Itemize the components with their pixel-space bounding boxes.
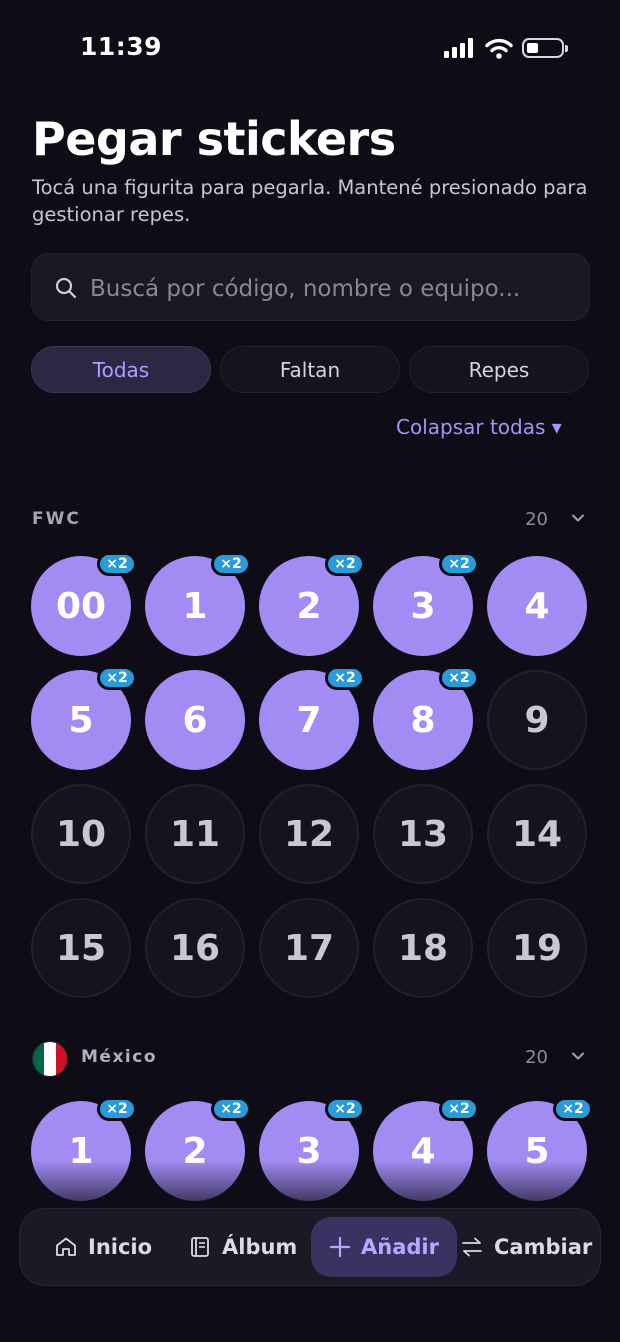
sticker-button[interactable]: 18 [373,898,473,998]
sticker-button[interactable]: 4 [487,556,587,656]
tab-label: Cambiar [494,1235,593,1259]
sticker-button[interactable]: 5 ×2 [31,666,137,770]
sticker-button[interactable]: 11 [145,784,245,884]
tab-label: Añadir [361,1235,439,1259]
section-count: 20 [525,509,548,530]
tab-label: Álbum [222,1235,298,1259]
filter-repes[interactable]: Repes [409,346,589,393]
sticker-button[interactable]: 2 ×2 [259,552,365,656]
duplicate-badge: ×2 [97,666,137,690]
duplicate-badge: ×2 [211,552,251,576]
duplicate-badge: ×2 [97,552,137,576]
page-title: Pegar stickers [32,112,396,166]
section-name: México [81,1047,157,1067]
duplicate-badge: ×2 [439,1097,479,1121]
sticker-number: 9 [524,699,550,741]
sticker-button[interactable]: 8 ×2 [373,666,479,770]
duplicate-badge: ×2 [553,1097,593,1121]
filter-todas[interactable]: Todas [31,346,211,393]
tab-anadir[interactable]: Añadir [311,1217,457,1277]
sticker-number: 6 [182,699,208,741]
tab-cambiar[interactable]: Cambiar [460,1217,592,1277]
cellular-signal-icon [444,38,473,58]
sticker-button[interactable]: 7 ×2 [259,666,365,770]
sticker-number: 00 [55,585,107,627]
duplicate-badge: ×2 [439,552,479,576]
sticker-number: 1 [182,585,208,627]
status-icons [444,36,568,60]
album-icon [191,1237,209,1257]
sticker-number: 19 [511,927,563,969]
wifi-icon [485,38,513,59]
tab-label: Inicio [88,1235,153,1259]
flag-stripe [33,1042,45,1076]
sticker-button[interactable]: 13 [373,784,473,884]
sticker-number: 16 [169,927,221,969]
status-bar: 11:39 [0,0,620,96]
swap-icon [462,1237,482,1257]
sticker-number: 5 [68,699,94,741]
battery-icon [522,38,568,58]
sticker-number: 18 [397,927,449,969]
sticker-number: 11 [169,813,221,855]
search-icon [55,277,77,299]
search-input[interactable] [90,270,560,308]
sticker-number: 13 [397,813,449,855]
section-header-fwc[interactable]: FWC 20 [32,506,592,536]
duplicate-badge: ×2 [325,1097,365,1121]
section-count: 20 [525,1047,548,1068]
home-icon [56,1237,76,1256]
sticker-button[interactable]: 12 [259,784,359,884]
chevron-down-icon[interactable] [570,510,586,526]
sticker-number: 8 [410,699,436,741]
sticker-button[interactable]: 14 [487,784,587,884]
sticker-number: 3 [410,585,436,627]
sticker-button[interactable]: 1 ×2 [145,552,251,656]
sticker-number: 17 [283,927,335,969]
filter-faltan[interactable]: Faltan [220,346,400,393]
chevron-down-icon[interactable] [570,1048,586,1064]
sticker-number: 15 [55,927,107,969]
status-time: 11:39 [80,32,163,61]
sticker-button[interactable]: 3 ×2 [373,552,479,656]
sticker-number: 2 [296,585,322,627]
tab-album[interactable]: Álbum [188,1217,297,1277]
duplicate-badge: ×2 [211,1097,251,1121]
sticker-button[interactable]: 10 [31,784,131,884]
page-subtitle: Tocá una figurita para pegarla. Mantené … [32,176,588,226]
sticker-number: 12 [283,813,335,855]
duplicate-badge: ×2 [325,552,365,576]
duplicate-badge: ×2 [325,666,365,690]
sticker-button[interactable]: 6 [145,670,245,770]
sticker-number: 4 [524,585,550,627]
sticker-button[interactable]: 19 [487,898,587,998]
plus-icon [329,1236,351,1258]
sticker-number: 10 [55,813,107,855]
sticker-number: 7 [296,699,322,741]
sticker-button[interactable]: 17 [259,898,359,998]
collapse-all-button[interactable]: Colapsar todas ▾ [396,415,562,439]
sticker-button[interactable]: 15 [31,898,131,998]
duplicate-badge: ×2 [97,1097,137,1121]
sticker-button[interactable]: 00 ×2 [31,552,137,656]
duplicate-badge: ×2 [439,666,479,690]
sticker-button[interactable]: 16 [145,898,245,998]
section-code: FWC [32,509,81,529]
sticker-number: 14 [511,813,563,855]
mexico-flag-icon [32,1041,68,1077]
tab-inicio[interactable]: Inicio [54,1217,152,1277]
section-header-mexico[interactable]: México 20 [32,1041,592,1077]
sticker-button[interactable]: 9 [487,670,587,770]
